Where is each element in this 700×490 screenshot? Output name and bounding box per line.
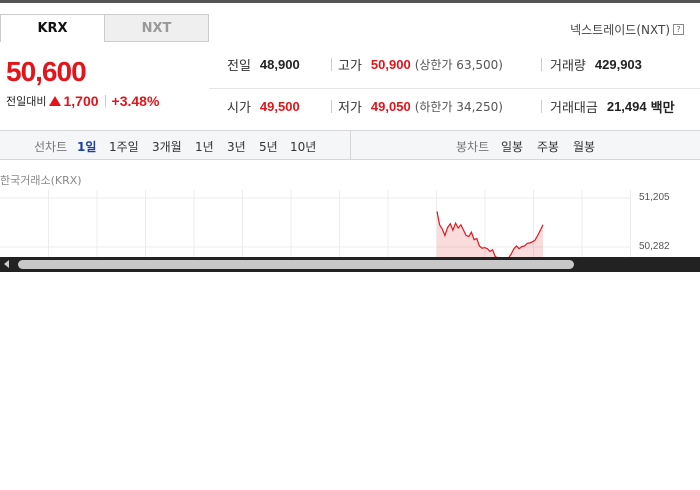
period-monthly[interactable]: 월봉 [573, 138, 595, 155]
stat-label: 시가 [227, 101, 251, 116]
stat-value: 50,900 [370, 57, 411, 72]
y-tick-label: 50,282 [639, 241, 670, 252]
period-10y[interactable]: 10년 [290, 138, 316, 155]
divider [331, 58, 332, 71]
change-value: 1,700 [63, 93, 99, 109]
scroll-left-icon[interactable] [4, 260, 9, 268]
period-1y[interactable]: 1년 [195, 138, 214, 155]
tab-krx[interactable]: KRX [0, 14, 105, 42]
period-5y[interactable]: 5년 [259, 138, 278, 155]
period-1w[interactable]: 1주일 [109, 138, 139, 155]
line-chart-label: 선차트 [34, 140, 68, 154]
up-triangle-icon [49, 96, 62, 106]
period-1d[interactable]: 1일 [77, 138, 96, 155]
nxt-link-label[interactable]: 넥스트레이드(NXT) [570, 21, 670, 38]
change-label: 전일대비 [6, 95, 47, 108]
period-3y[interactable]: 3년 [227, 138, 246, 155]
stat-volume: 거래량 429,903 [550, 55, 642, 74]
period-daily[interactable]: 일봉 [501, 138, 523, 155]
price-chart [0, 190, 631, 257]
divider [541, 58, 542, 71]
divider [350, 131, 351, 159]
period-3m[interactable]: 3개월 [152, 138, 182, 155]
exchange-label: 한국거래소(KRX) [0, 174, 82, 187]
current-price: 50,600 [6, 56, 87, 87]
stat-low: 저가 49,050 (하한가 34,250) [338, 97, 503, 116]
stat-value: 49,050 [370, 99, 411, 114]
scroll-thumb[interactable] [18, 260, 574, 269]
period-weekly[interactable]: 주봉 [537, 138, 559, 155]
stat-value: 49,500 [259, 99, 300, 114]
stat-label: 거래대금 [550, 101, 598, 116]
nxt-link[interactable]: 넥스트레이드(NXT) ? [570, 21, 684, 38]
stat-value: 429,903 [594, 57, 642, 72]
divider [331, 100, 332, 113]
upper-limit: (상한가 63,500) [414, 58, 503, 72]
stat-trade-amount: 거래대금 21,494 백만 [550, 97, 675, 116]
question-box-icon[interactable]: ? [673, 24, 684, 35]
divider [104, 95, 106, 107]
stat-high: 고가 50,900 (상한가 63,500) [338, 55, 503, 74]
stat-label: 거래량 [550, 59, 586, 74]
price-area [437, 211, 543, 257]
stat-open: 시가 49,500 [227, 97, 300, 116]
lower-limit: (하한가 34,250) [414, 100, 503, 114]
horizontal-scrollbar[interactable] [0, 257, 700, 272]
change-percent: +3.48% [111, 93, 160, 109]
stat-label: 저가 [338, 101, 362, 116]
stat-value: 48,900 [259, 57, 300, 72]
row-divider [209, 88, 700, 89]
tab-nxt[interactable]: NXT [104, 14, 209, 42]
price-change-row: 전일대비 1,700 +3.48% [6, 93, 159, 109]
stat-label: 전일 [227, 59, 251, 74]
stock-quote-widget: KRX NXT 넥스트레이드(NXT) ? 50,600 전일대비 1,700 … [0, 3, 700, 272]
divider [541, 100, 542, 113]
stat-prev-close: 전일 48,900 [227, 55, 300, 74]
chart-control-bar: 선차트 1일 1주일 3개월 1년 3년 5년 10년 봉차트 일봉 주봉 월봉 [0, 130, 700, 160]
stat-value: 21,494 [606, 99, 647, 114]
stat-unit: 백만 [650, 100, 675, 115]
stat-label: 고가 [338, 59, 362, 74]
y-tick-label: 51,205 [639, 192, 670, 203]
candle-chart-label: 봉차트 [456, 140, 490, 154]
